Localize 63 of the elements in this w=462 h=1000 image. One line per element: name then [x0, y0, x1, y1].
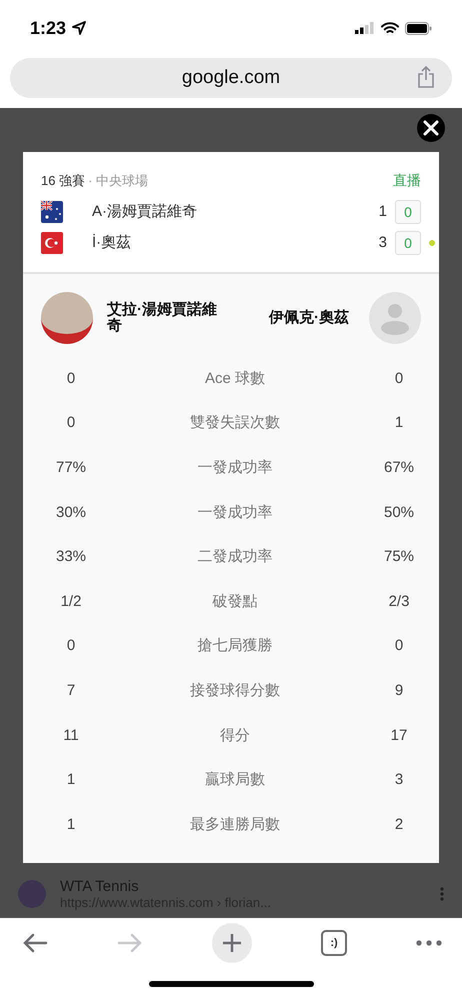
signal-icon	[355, 22, 375, 34]
stat-value: 67%	[382, 458, 416, 476]
share-icon[interactable]	[417, 65, 435, 89]
stat-value: 1	[66, 771, 76, 788]
stat-label: 搶七局獲勝	[196, 636, 274, 656]
stat-label: 破發點	[212, 592, 258, 611]
stat-value: 7	[66, 682, 76, 699]
player-name: A·湯姆賈諾維奇	[92, 202, 198, 221]
site-favicon-icon	[18, 880, 46, 908]
stat-value: 0	[394, 370, 404, 387]
stat-value: 1/2	[60, 592, 82, 610]
wifi-icon	[381, 22, 399, 34]
player-full-name: 伊佩克·奧茲	[268, 310, 349, 326]
stat-value: 3	[394, 771, 404, 788]
stat-label: Ace 球數	[204, 368, 266, 388]
stat-value: 0	[394, 637, 404, 654]
new-tab-button[interactable]	[212, 923, 252, 963]
close-button[interactable]	[417, 114, 445, 142]
set-score: 3	[378, 234, 387, 251]
stat-value: 1	[66, 816, 76, 833]
stat-value: 77%	[54, 458, 88, 476]
round-label: 16 強賽	[41, 172, 86, 190]
stat-label: 一發成功率	[196, 502, 274, 522]
stat-value: 2	[394, 816, 404, 833]
stat-label: 雙發失誤次數	[189, 413, 281, 432]
stat-value: 17	[390, 726, 408, 744]
url-text: google.com	[182, 67, 280, 89]
stat-label: 贏球局數	[204, 770, 266, 790]
stat-value: 11	[62, 726, 80, 744]
status-time: 1:23	[30, 18, 66, 38]
game-score: 0	[395, 200, 421, 224]
stat-value: 0	[66, 414, 76, 432]
stat-value: 0	[66, 637, 76, 654]
flag-icon	[41, 232, 63, 254]
stat-value: 30%	[54, 504, 88, 521]
stat-value: 75%	[382, 548, 416, 566]
game-score: 0	[395, 230, 421, 254]
stat-label: 接發球得分數	[189, 680, 281, 700]
close-icon	[423, 120, 439, 136]
stat-value: 2/3	[388, 592, 410, 610]
player-name: İ·奧茲	[92, 233, 132, 252]
stat-value: 50%	[382, 504, 416, 521]
stat-value: 33%	[54, 548, 88, 566]
player-full-name: 艾拉·湯姆賈諾維奇	[107, 302, 218, 334]
location-arrow-icon	[72, 21, 86, 35]
live-label: 直播	[393, 172, 421, 190]
battery-icon	[405, 22, 432, 34]
stat-label: 得分	[219, 726, 251, 745]
stat-label: 最多連勝局數	[189, 814, 281, 834]
tabs-button[interactable]: :)	[321, 930, 347, 956]
back-icon[interactable]	[22, 933, 48, 953]
stat-label: 二發成功率	[196, 547, 274, 566]
serving-indicator	[429, 240, 435, 246]
stat-value: 9	[394, 682, 404, 699]
court-label: · 中央球場	[88, 172, 148, 190]
flag-icon	[41, 200, 63, 222]
stat-value: 0	[66, 370, 76, 387]
more-icon[interactable]	[416, 940, 442, 946]
plus-icon	[222, 933, 242, 953]
set-score: 1	[378, 203, 387, 220]
stat-value: 1	[394, 414, 404, 432]
stat-label: 一發成功率	[196, 458, 274, 477]
address-bar[interactable]: google.com	[10, 58, 452, 98]
